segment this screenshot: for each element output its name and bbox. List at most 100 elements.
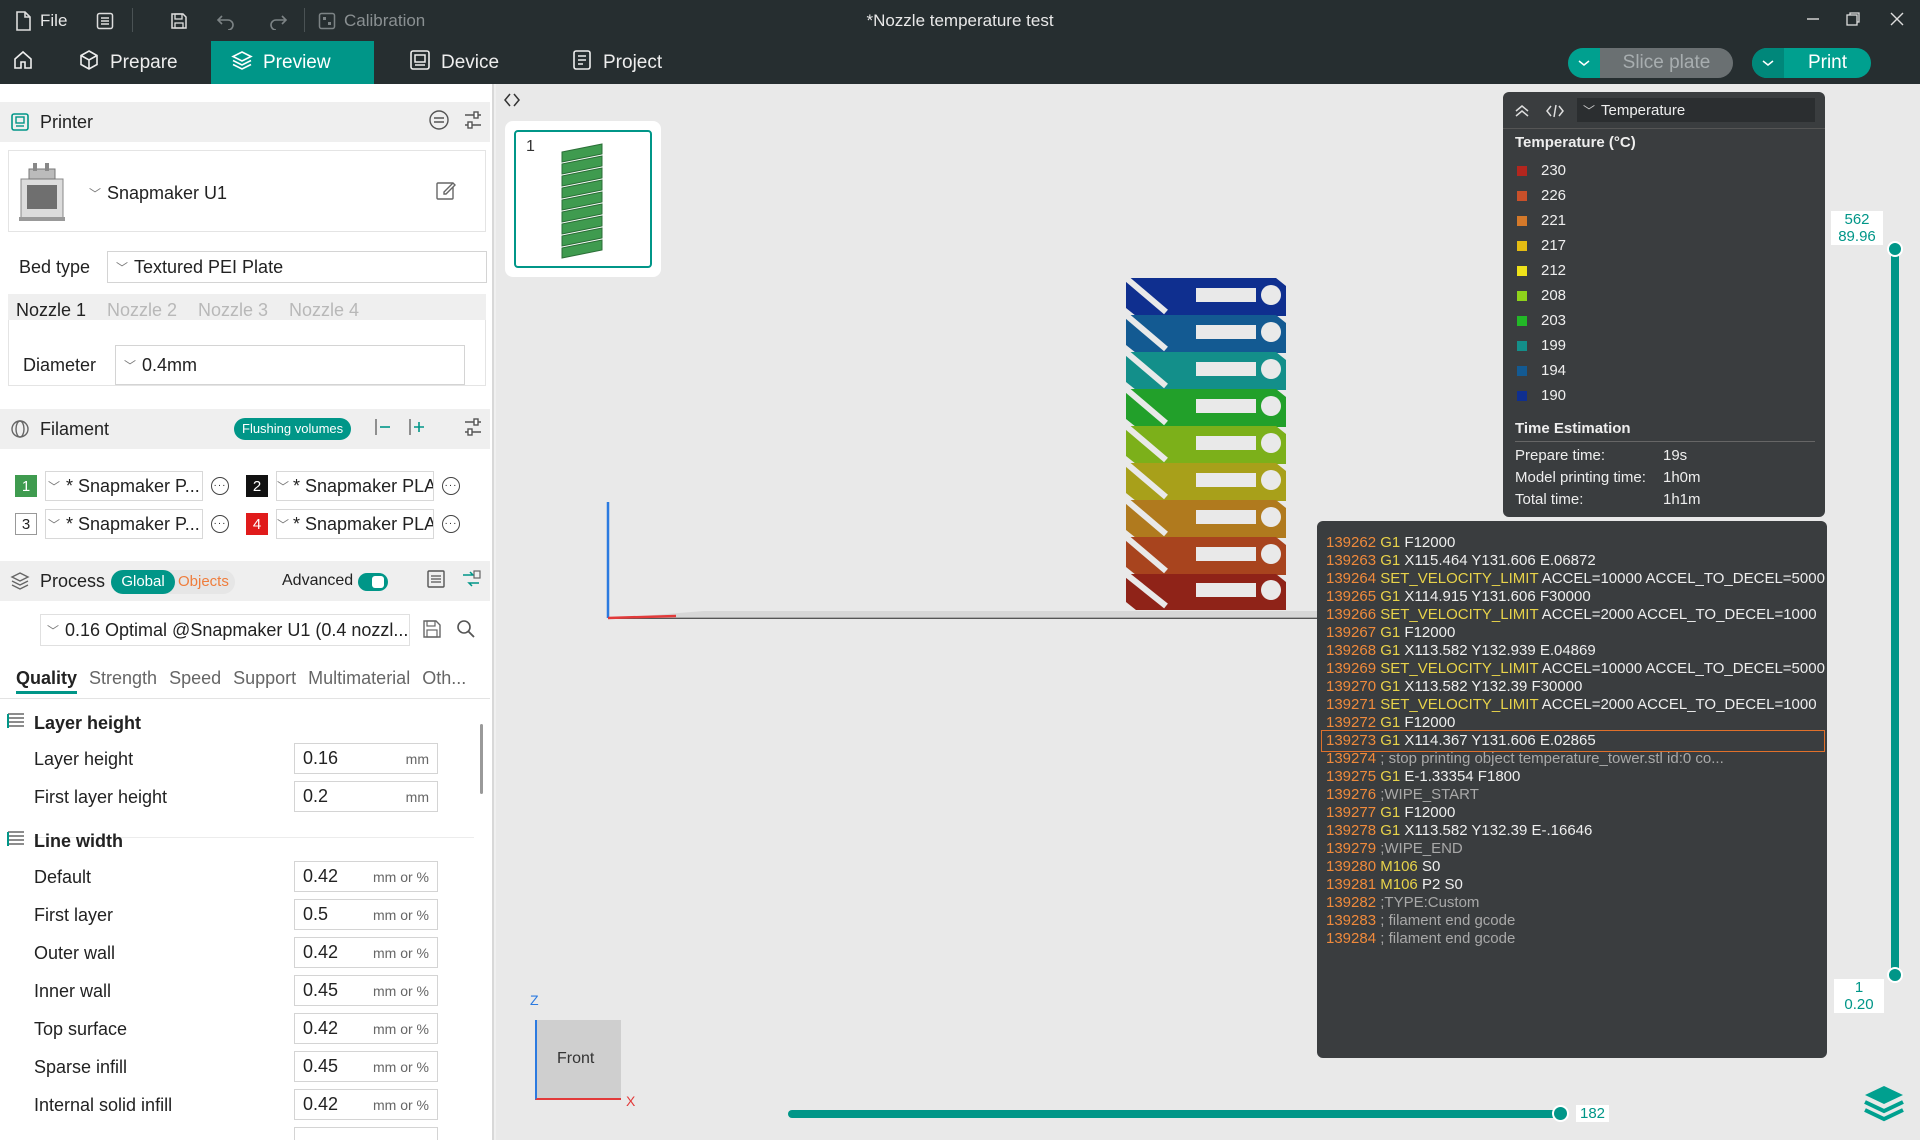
printer-select[interactable]: ﹀ Snapmaker U1 xyxy=(87,183,227,204)
line-width-top-surface-input[interactable]: 0.42 mm or % xyxy=(294,1013,438,1044)
gcode-line[interactable]: 139271 SET_VELOCITY_LIMIT ACCEL=2000 ACC… xyxy=(1326,695,1817,715)
process-sync-button[interactable] xyxy=(460,568,482,595)
view-cube-face[interactable]: Front xyxy=(535,1020,621,1100)
layer-slider-top-handle[interactable] xyxy=(1887,241,1903,257)
move-slider-track[interactable] xyxy=(788,1110,1562,1118)
search-settings-button[interactable] xyxy=(456,619,476,644)
advanced-toggle[interactable] xyxy=(358,573,388,591)
save-preset-button[interactable] xyxy=(422,619,442,644)
main-menu-button[interactable] xyxy=(96,0,114,41)
redo-button[interactable] xyxy=(268,0,288,41)
gcode-line[interactable]: 139265 G1 X114.915 Y131.606 F30000 xyxy=(1326,587,1591,607)
gcode-line[interactable]: 139276 ;WIPE_START xyxy=(1326,785,1479,805)
bed-type-select[interactable]: ﹀ Textured PEI Plate xyxy=(107,251,487,283)
filament-select[interactable]: ﹀* Snapmaker PLA... xyxy=(276,509,434,539)
filament-slot-number[interactable]: 2 xyxy=(246,475,268,497)
filament-slot-2[interactable]: 2 ﹀* Snapmaker PLA... ··· xyxy=(246,471,460,501)
gcode-line[interactable]: 139264 SET_VELOCITY_LIMIT ACCEL=10000 AC… xyxy=(1326,569,1825,589)
print-button[interactable]: Print xyxy=(1752,48,1871,78)
tab-speed[interactable]: Speed xyxy=(169,668,221,694)
process-preset-select[interactable]: ﹀ 0.16 Optimal @Snapmaker U1 (0.4 nozzl.… xyxy=(40,614,410,646)
filament-slot-number[interactable]: 4 xyxy=(246,513,268,535)
filament-params-button[interactable] xyxy=(462,416,484,443)
gcode-line[interactable]: 139266 SET_VELOCITY_LIMIT ACCEL=2000 ACC… xyxy=(1326,605,1817,625)
more-options-icon[interactable]: ··· xyxy=(211,477,229,495)
filament-slot-number[interactable]: 1 xyxy=(15,475,37,497)
more-options-icon[interactable]: ··· xyxy=(211,515,229,533)
slice-dropdown-arrow[interactable] xyxy=(1568,48,1600,78)
objects-scope-button[interactable]: Objects xyxy=(178,570,229,594)
gcode-line[interactable]: 139281 M106 P2 S0 xyxy=(1326,875,1463,895)
gcode-line[interactable]: 139275 G1 E-1.33354 F1800 xyxy=(1326,767,1520,787)
line-width-internal-solid-infill-input[interactable]: 0.42 mm or % xyxy=(294,1089,438,1120)
gcode-viewer-button[interactable] xyxy=(1545,102,1565,124)
process-compare-button[interactable] xyxy=(426,569,446,594)
view-type-select[interactable]: ﹀ Temperature xyxy=(1577,98,1815,122)
gcode-line[interactable]: 139283 ; filament end gcode xyxy=(1326,911,1515,931)
gcode-line[interactable]: 139274 ; stop printing object temperatur… xyxy=(1326,749,1724,769)
file-menu[interactable]: File xyxy=(14,0,67,41)
slice-plate-button[interactable]: Slice plate xyxy=(1568,48,1733,78)
tab-others[interactable]: Oth... xyxy=(422,668,466,694)
layers-view-button[interactable] xyxy=(1862,1083,1906,1130)
maximize-button[interactable] xyxy=(1830,0,1876,41)
line-width-first-layer-input[interactable]: 0.5 mm or % xyxy=(294,899,438,930)
filament-slot-1[interactable]: 1 ﹀ * Snapmaker P... ··· xyxy=(15,471,229,501)
tab-nozzle-2[interactable]: Nozzle 2 xyxy=(107,300,177,321)
settings-scrollbar[interactable] xyxy=(480,724,483,794)
remove-filament-button[interactable] xyxy=(370,416,392,443)
filament-select[interactable]: ﹀ * Snapmaker P... xyxy=(45,509,203,539)
filament-select[interactable]: ﹀* Snapmaker PLA... xyxy=(276,471,434,501)
gcode-line[interactable]: 139270 G1 X113.582 Y132.39 F30000 xyxy=(1326,677,1582,697)
tab-nozzle-4[interactable]: Nozzle 4 xyxy=(289,300,359,321)
tab-nozzle-1[interactable]: Nozzle 1 xyxy=(16,300,86,321)
move-slider-handle[interactable] xyxy=(1552,1105,1569,1122)
tab-support[interactable]: Support xyxy=(233,668,296,694)
tab-strength[interactable]: Strength xyxy=(89,668,157,694)
tab-prepare[interactable]: Prepare xyxy=(58,41,210,84)
printer-settings-button[interactable] xyxy=(428,109,450,136)
edit-printer-button[interactable] xyxy=(435,179,457,206)
gcode-line[interactable]: 139268 G1 X113.582 Y132.939 E.04869 xyxy=(1326,641,1596,661)
line-width-sparse-infill-input[interactable]: 0.45 mm or % xyxy=(294,1051,438,1082)
printer-params-button[interactable] xyxy=(462,109,484,136)
tab-multimaterial[interactable]: Multimaterial xyxy=(308,668,410,694)
gcode-line[interactable]: 139282 ;TYPE:Custom xyxy=(1326,893,1479,913)
gcode-viewer[interactable]: 139262 G1 F12000 139263 G1 X115.464 Y131.… xyxy=(1317,521,1827,1058)
gcode-line[interactable]: 139267 G1 F12000 xyxy=(1326,623,1455,643)
gcode-line[interactable]: 139277 G1 F12000 xyxy=(1326,803,1455,823)
print-dropdown-arrow[interactable] xyxy=(1752,48,1784,78)
line-width-default-input[interactable]: 0.42 mm or % xyxy=(294,861,438,892)
tab-project[interactable]: Project xyxy=(551,41,681,84)
first-layer-height-input[interactable]: 0.2 mm xyxy=(294,781,438,812)
calibration-menu[interactable]: Calibration xyxy=(318,0,425,41)
collapse-legend-button[interactable] xyxy=(1513,102,1531,124)
gcode-line[interactable]: 139272 G1 F12000 xyxy=(1326,713,1455,733)
gcode-line[interactable]: 139278 G1 X113.582 Y132.39 E-.16646 xyxy=(1326,821,1592,841)
layer-slider-bottom-handle[interactable] xyxy=(1887,967,1903,983)
printer-card[interactable]: ﹀ Snapmaker U1 xyxy=(8,150,486,232)
flushing-volumes-button[interactable]: Flushing volumes xyxy=(234,418,352,440)
more-options-icon[interactable]: ··· xyxy=(442,515,460,533)
filament-slot-number[interactable]: 3 xyxy=(15,513,37,535)
line-width-inner-wall-input[interactable]: 0.45 mm or % xyxy=(294,975,438,1006)
tab-nozzle-3[interactable]: Nozzle 3 xyxy=(198,300,268,321)
tab-device[interactable]: Device xyxy=(389,41,519,84)
gcode-line[interactable]: 139279 ;WIPE_END xyxy=(1326,839,1463,859)
home-button[interactable] xyxy=(0,41,46,84)
undo-button[interactable] xyxy=(216,0,236,41)
gcode-line[interactable]: 139284 ; filament end gcode xyxy=(1326,929,1515,949)
line-width-outer-wall-input[interactable]: 0.42 mm or % xyxy=(294,937,438,968)
filament-select[interactable]: ﹀ * Snapmaker P... xyxy=(45,471,203,501)
tab-quality[interactable]: Quality xyxy=(16,668,78,694)
gcode-line[interactable]: 139262 G1 F12000 xyxy=(1326,533,1455,553)
add-filament-button[interactable] xyxy=(404,416,426,443)
layer-slider-track[interactable] xyxy=(1891,248,1899,976)
save-button[interactable] xyxy=(170,0,188,41)
setting-input-partial[interactable] xyxy=(294,1127,438,1140)
gcode-line[interactable]: 139273 G1 X114.367 Y131.606 E.02865 xyxy=(1321,730,1825,752)
gcode-line[interactable]: 139263 G1 X115.464 Y131.606 E.06872 xyxy=(1326,551,1596,571)
filament-slot-3[interactable]: 3 ﹀ * Snapmaker P... ··· xyxy=(15,509,229,539)
close-button[interactable] xyxy=(1874,0,1920,41)
gcode-line[interactable]: 139280 M106 S0 xyxy=(1326,857,1440,877)
